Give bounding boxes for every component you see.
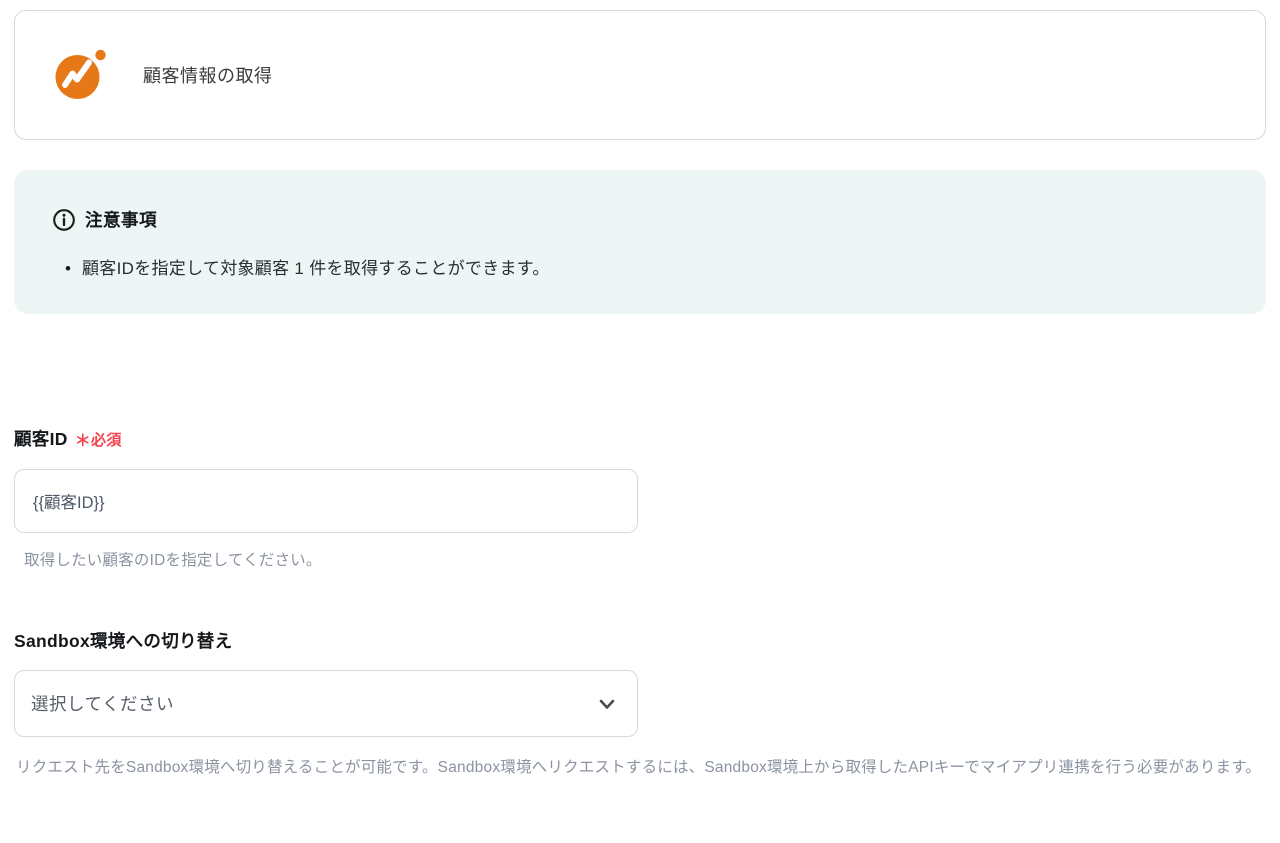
notice-box: 注意事項 顧客IDを指定して対象顧客 1 件を取得することができます。 <box>14 170 1266 314</box>
chevron-down-icon <box>596 693 618 715</box>
app-header-card: 顧客情報の取得 <box>14 10 1266 140</box>
page-title: 顧客情報の取得 <box>143 66 273 86</box>
sandbox-label: Sandbox環境への切り替え <box>14 631 233 651</box>
money-forward-logo-icon <box>55 48 107 102</box>
form-section: 顧客ID ＊必須 取得したい顧客のIDを指定してください。 Sandbox環境への… <box>14 426 1266 783</box>
customer-id-input[interactable] <box>14 469 638 533</box>
page: 顧客情報の取得 注意事項 顧客IDを指定して対象顧客 1 件を取得することができ… <box>0 0 1280 783</box>
customer-id-label-text: 顧客ID <box>14 429 68 449</box>
sandbox-select[interactable]: 選択してください <box>14 670 638 737</box>
notice-list-item: 顧客IDを指定して対象顧客 1 件を取得することができます。 <box>65 256 1226 282</box>
required-badge: ＊必須 <box>74 432 122 450</box>
notice-list: 顧客IDを指定して対象顧客 1 件を取得することができます。 <box>65 256 1226 282</box>
sandbox-helper: リクエスト先をSandbox環境へ切り替えることが可能です。Sandbox環境へ… <box>16 759 1262 776</box>
info-icon <box>52 208 76 232</box>
required-badge-text: 必須 <box>91 432 122 449</box>
sandbox-field-group: Sandbox環境への切り替え 選択してください リクエスト先をSandbox環… <box>14 628 1266 783</box>
sandbox-select-value: 選択してください <box>31 694 174 714</box>
required-asterisk-icon: ＊ <box>74 433 92 450</box>
notice-heading: 注意事項 <box>52 207 1226 232</box>
notice-heading-label: 注意事項 <box>85 210 157 230</box>
customer-id-label: 顧客ID ＊必須 <box>14 426 1266 451</box>
customer-id-helper: 取得したい顧客のIDを指定してください。 <box>24 552 322 569</box>
